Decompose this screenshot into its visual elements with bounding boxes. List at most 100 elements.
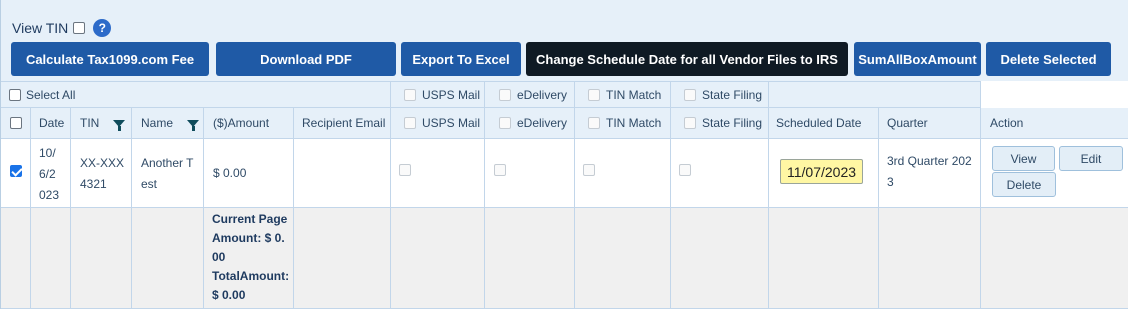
row-tin-line: 4321 xyxy=(80,177,107,191)
group-edelivery: eDelivery xyxy=(485,81,575,108)
column-name[interactable]: Name xyxy=(132,108,204,139)
group-usps-mail: USPS Mail xyxy=(391,81,485,108)
group-tin-match-label: TIN Match xyxy=(606,87,662,102)
row-name-line: Another T xyxy=(141,156,194,170)
row-edelivery-cell xyxy=(485,139,575,208)
header-select-cell xyxy=(1,108,31,139)
calculate-fee-button[interactable]: Calculate Tax1099.com Fee xyxy=(11,42,209,76)
column-state-filing-checkbox[interactable] xyxy=(684,117,696,129)
totals-spacer xyxy=(879,208,981,309)
totals-line: Amount: $ 0. xyxy=(212,231,285,245)
group-edelivery-checkbox[interactable] xyxy=(499,88,511,101)
group-header-blank xyxy=(981,81,1128,108)
row-action-cell: View Edit Delete xyxy=(981,139,1128,208)
filter-icon[interactable] xyxy=(187,119,200,131)
column-edelivery-checkbox[interactable] xyxy=(499,117,511,129)
row-quarter-line: 3rd Quarter 202 xyxy=(887,154,972,168)
row-state-filing-checkbox[interactable] xyxy=(679,164,691,176)
column-recipient-email[interactable]: Recipient Email xyxy=(294,108,391,139)
select-all-checkbox[interactable] xyxy=(9,88,21,101)
select-all-cell: Select All xyxy=(1,81,391,108)
totals-spacer xyxy=(485,208,575,309)
column-tin-match: TIN Match xyxy=(575,108,671,139)
totals-spacer xyxy=(294,208,391,309)
column-amount[interactable]: ($)Amount xyxy=(204,108,294,139)
row-usps-mail-checkbox[interactable] xyxy=(399,164,411,176)
edit-button[interactable]: Edit xyxy=(1059,146,1123,171)
delete-selected-button[interactable]: Delete Selected xyxy=(986,42,1111,76)
column-tin-label: TIN xyxy=(80,116,100,130)
row-amount: $ 0.00 xyxy=(204,139,294,208)
group-state-filing-checkbox[interactable] xyxy=(684,88,696,101)
row-select-checkbox[interactable] xyxy=(10,165,22,177)
change-schedule-button[interactable]: Change Schedule Date for all Vendor File… xyxy=(526,42,848,76)
column-edelivery-label: eDelivery xyxy=(517,116,568,130)
totals-spacer xyxy=(981,208,1128,309)
totals-spacer xyxy=(71,208,132,309)
row-tin-line: XX-XXX xyxy=(80,156,125,170)
group-usps-mail-checkbox[interactable] xyxy=(404,88,416,101)
totals-spacer xyxy=(769,208,879,309)
column-date[interactable]: Date xyxy=(31,108,71,139)
scheduled-date-input[interactable]: 11/07/2023 xyxy=(780,159,863,184)
row-date: 10/ 6/2 023 xyxy=(31,139,71,208)
row-usps-mail-cell xyxy=(391,139,485,208)
column-usps-mail: USPS Mail xyxy=(391,108,485,139)
totals-spacer xyxy=(132,208,204,309)
row-state-filing-cell xyxy=(671,139,769,208)
column-name-label: Name xyxy=(141,116,174,130)
column-usps-mail-checkbox[interactable] xyxy=(404,117,416,129)
row-scheduled-date-cell: 11/07/2023 xyxy=(769,139,879,208)
row-name: Another T est xyxy=(132,139,204,208)
column-tin[interactable]: TIN xyxy=(71,108,132,139)
totals-line: Current Page xyxy=(212,212,288,226)
view-tin-label: View TIN xyxy=(12,20,69,36)
row-date-line: 023 xyxy=(39,188,60,202)
group-state-filing-label: State Filing xyxy=(702,87,763,102)
group-usps-mail-label: USPS Mail xyxy=(422,87,481,102)
export-excel-button[interactable]: Export To Excel xyxy=(401,42,521,76)
totals-spacer xyxy=(31,208,71,309)
column-state-filing: State Filing xyxy=(671,108,769,139)
column-edelivery: eDelivery xyxy=(485,108,575,139)
row-recipient-email xyxy=(294,139,391,208)
totals-line: $ 0.00 xyxy=(212,288,246,302)
vendor-files-panel: View TIN ? Calculate Tax1099.com Fee Dow… xyxy=(0,0,1128,309)
help-icon[interactable]: ? xyxy=(93,19,112,37)
column-tin-match-label: TIN Match xyxy=(606,116,662,130)
column-action: Action xyxy=(981,108,1128,139)
filter-icon[interactable] xyxy=(113,119,126,131)
column-tin-match-checkbox[interactable] xyxy=(588,117,600,129)
row-tin-match-checkbox[interactable] xyxy=(583,164,595,176)
row-edelivery-checkbox[interactable] xyxy=(494,164,506,176)
column-scheduled-date[interactable]: Scheduled Date xyxy=(769,108,879,139)
totals-amount: Current Page Amount: $ 0. 00 TotalAmount… xyxy=(204,208,294,309)
select-all-label: Select All xyxy=(26,87,76,102)
totals-line: 00 xyxy=(212,250,226,264)
totals-spacer xyxy=(1,208,31,309)
totals-spacer xyxy=(391,208,485,309)
row-select-cell xyxy=(1,139,31,208)
group-state-filing: State Filing xyxy=(671,81,769,108)
row-name-line: est xyxy=(141,177,158,191)
totals-line: TotalAmount: xyxy=(212,269,290,283)
totals-spacer xyxy=(671,208,769,309)
row-date-line: 10/ xyxy=(39,146,56,160)
column-usps-mail-label: USPS Mail xyxy=(422,116,481,130)
group-edelivery-label: eDelivery xyxy=(517,87,568,102)
row-quarter: 3rd Quarter 202 3 xyxy=(879,139,981,208)
group-tin-match-checkbox[interactable] xyxy=(588,88,600,101)
view-tin-control: View TIN ? xyxy=(12,19,112,37)
delete-button[interactable]: Delete xyxy=(992,172,1056,197)
group-tin-match: TIN Match xyxy=(575,81,671,108)
view-button[interactable]: View xyxy=(992,146,1055,171)
row-date-line: 6/2 xyxy=(39,167,56,181)
column-state-filing-label: State Filing xyxy=(702,116,763,130)
view-tin-checkbox[interactable] xyxy=(73,22,86,34)
header-select-checkbox[interactable] xyxy=(9,117,22,129)
row-quarter-line: 3 xyxy=(887,175,894,189)
row-tin-match-cell xyxy=(575,139,671,208)
column-quarter[interactable]: Quarter xyxy=(879,108,981,139)
sum-all-box-amount-button[interactable]: SumAllBoxAmount xyxy=(854,42,981,76)
download-pdf-button[interactable]: Download PDF xyxy=(216,42,396,76)
